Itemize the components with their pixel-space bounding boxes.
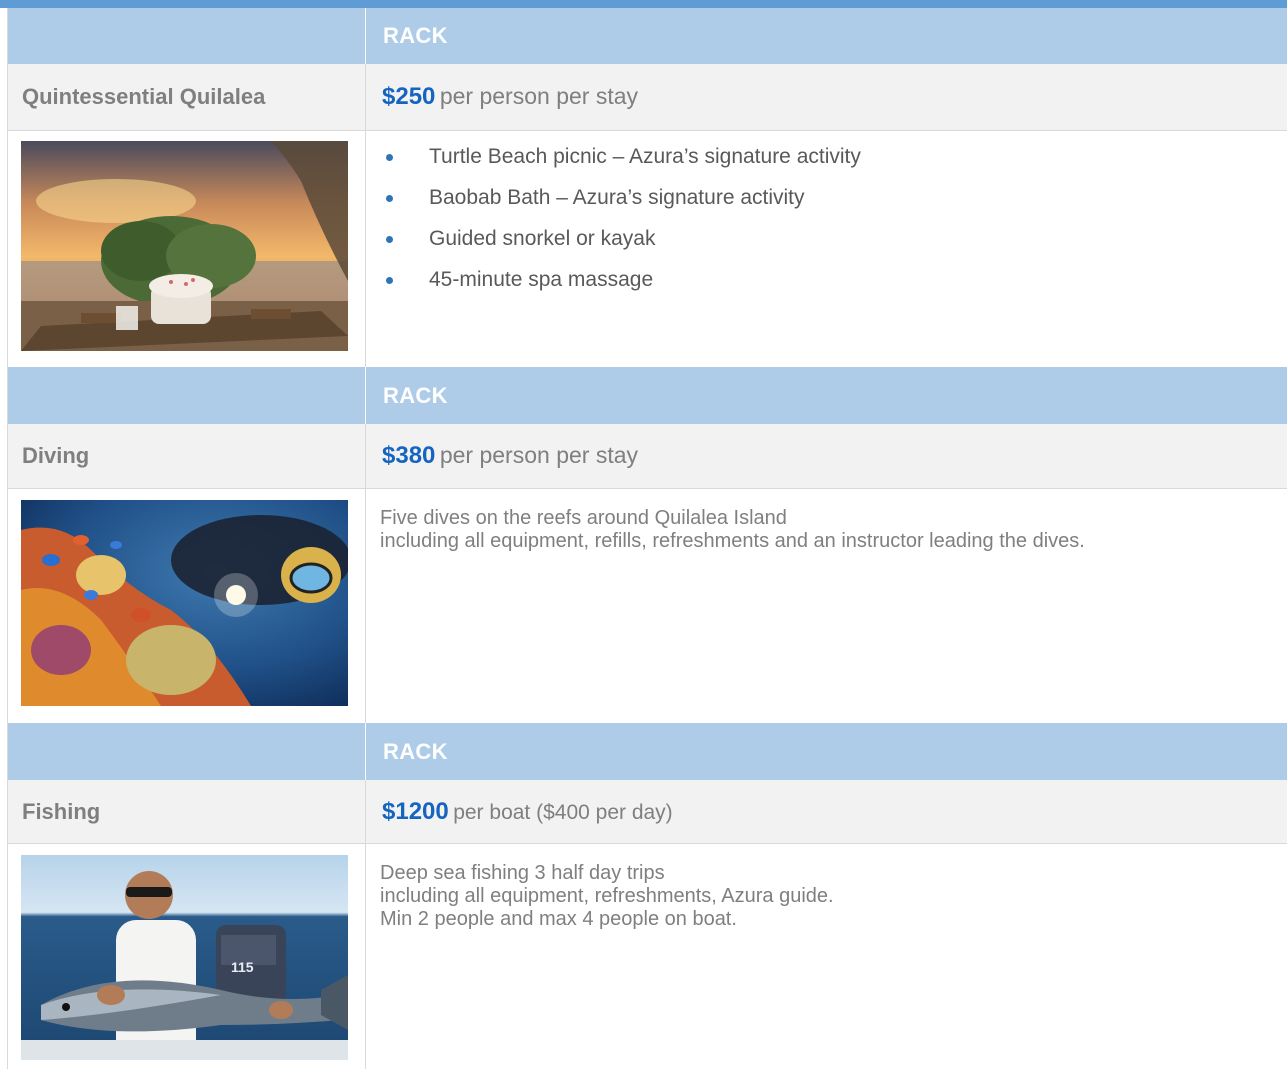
- price-value: $1200: [382, 797, 449, 825]
- activity-title-row: Diving $380 per person per stay: [8, 424, 1287, 489]
- description-line: Five dives on the reefs around Quilalea …: [380, 507, 787, 529]
- list-item: Turtle Beach picnic – Azura’s signature …: [384, 145, 861, 186]
- header-empty-cell: [8, 723, 365, 780]
- description-line: including all equipment, refills, refres…: [380, 530, 1085, 552]
- section-header-row: RACK: [8, 723, 1287, 780]
- rack-label: RACK: [383, 382, 448, 408]
- price-line: $380 per person per stay: [382, 442, 638, 470]
- price-suffix: per boat ($400 per day): [453, 800, 673, 824]
- list-item: 45-minute spa massage: [384, 268, 861, 309]
- price-suffix: per person per stay: [439, 83, 639, 109]
- header-rack-cell: RACK: [365, 367, 1287, 424]
- activity-title-row: Fishing $1200 per boat ($400 per day): [8, 780, 1287, 844]
- header-rack-cell: RACK: [365, 8, 1287, 64]
- section-header-row: RACK: [8, 8, 1287, 64]
- price-value: $380: [382, 442, 436, 469]
- description-line: Deep sea fishing 3 half day trips: [380, 862, 665, 884]
- price-line: $250 per person per stay: [382, 83, 638, 111]
- header-empty-cell: [8, 367, 365, 424]
- angler-holding-fish-photo: 115: [21, 855, 348, 1060]
- header-empty-cell: [8, 8, 365, 64]
- sunset-beach-bath-photo: [21, 141, 348, 351]
- rack-label: RACK: [383, 23, 448, 48]
- activity-name-cell: Fishing: [8, 780, 366, 843]
- activity-description: Deep sea fishing 3 half day trips includ…: [380, 862, 834, 931]
- list-item: Baobab Bath – Azura’s signature activity: [384, 186, 861, 227]
- activity-name-cell: Diving: [8, 424, 366, 488]
- photo-cell: 115: [8, 844, 366, 1069]
- section-header-row: RACK: [8, 367, 1287, 424]
- price-cell: $380 per person per stay: [366, 424, 1287, 488]
- header-rack-cell: RACK: [365, 723, 1287, 780]
- diver-coral-reef-photo: [21, 500, 348, 706]
- rates-page: RACK Quintessential Quilalea $250 per pe…: [0, 0, 1287, 1069]
- activity-details-row: 115 Deep sea fishing 3 half day trips in…: [8, 844, 1287, 1069]
- activity-description-cell: Deep sea fishing 3 half day trips includ…: [366, 844, 1287, 1069]
- price-cell: $1200 per boat ($400 per day): [366, 780, 1287, 843]
- price-suffix: per person per stay: [439, 442, 639, 468]
- activity-title-row: Quintessential Quilalea $250 per person …: [8, 64, 1287, 131]
- activity-description-cell: Five dives on the reefs around Quilalea …: [366, 489, 1287, 723]
- top-accent-bar: [0, 0, 1287, 8]
- photo-cell: [8, 489, 366, 723]
- price-cell: $250 per person per stay: [366, 64, 1287, 130]
- activity-description: Five dives on the reefs around Quilalea …: [380, 507, 1085, 553]
- description-line: Min 2 people and max 4 people on boat.: [380, 908, 737, 930]
- price-line: $1200 per boat ($400 per day): [382, 798, 673, 826]
- sunset-beach-bath-image: [21, 141, 348, 351]
- activity-name: Diving: [22, 443, 90, 468]
- description-line: including all equipment, refreshments, A…: [380, 885, 834, 907]
- diver-coral-reef-image: [21, 500, 348, 706]
- engine-model-label: 115: [231, 959, 254, 975]
- photo-cell: [8, 131, 366, 367]
- activity-details-row: Five dives on the reefs around Quilalea …: [8, 489, 1287, 724]
- inclusions-list: Turtle Beach picnic – Azura’s signature …: [384, 145, 861, 309]
- activity-name-cell: Quintessential Quilalea: [8, 64, 366, 130]
- rack-label: RACK: [383, 738, 448, 764]
- angler-holding-fish-image: 115: [21, 855, 348, 1060]
- activity-name: Quintessential Quilalea: [22, 84, 266, 109]
- price-value: $250: [382, 83, 436, 110]
- activity-details-row: Turtle Beach picnic – Azura’s signature …: [8, 131, 1287, 368]
- activity-name: Fishing: [22, 798, 101, 824]
- list-item: Guided snorkel or kayak: [384, 227, 861, 268]
- activity-list-cell: Turtle Beach picnic – Azura’s signature …: [366, 131, 1287, 367]
